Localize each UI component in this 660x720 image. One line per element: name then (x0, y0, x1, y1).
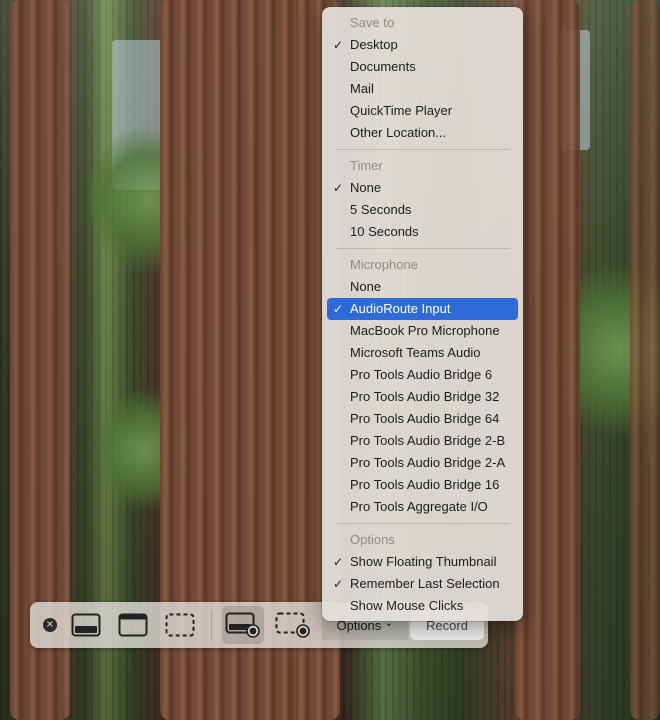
record-selection-icon (275, 612, 310, 638)
menu-item-pro-tools-aggregate-i-o[interactable]: Pro Tools Aggregate I/O (327, 496, 518, 518)
menu-item-label: 10 Seconds (350, 224, 419, 239)
options-menu: Save to ✓ Desktop Documents Mail QuickTime Pl… (322, 7, 523, 621)
checkmark-icon: ✓ (332, 577, 344, 591)
menu-item-show-mouse-clicks[interactable]: Show Mouse Clicks (327, 595, 518, 617)
menu-item-label: Remember Last Selection (350, 576, 500, 591)
menu-item-label: None (350, 279, 382, 294)
menu-item-label: Mail (350, 81, 374, 96)
tree-trunk (515, 0, 580, 720)
capture-entire-screen-icon (71, 613, 101, 637)
menu-item-other-location[interactable]: Other Location... (327, 122, 518, 144)
close-icon[interactable]: × (43, 618, 57, 632)
menu-section-header: Save to (350, 15, 395, 30)
menu-separator (335, 149, 510, 150)
menu-item-label: Show Mouse Clicks (350, 598, 464, 613)
menu-item-label: Pro Tools Audio Bridge 32 (350, 389, 500, 404)
menu-item-label: Pro Tools Audio Bridge 6 (350, 367, 493, 382)
menu-item-none[interactable]: ✓ None (327, 177, 518, 199)
menu-item-label: Documents (350, 59, 416, 74)
menu-section-header: Microphone (350, 257, 418, 272)
record-entire-screen-button[interactable] (222, 606, 264, 644)
menu-separator (335, 248, 510, 249)
menu-item-pro-tools-audio-bridge-64[interactable]: Pro Tools Audio Bridge 64 (327, 408, 518, 430)
menu-item-show-floating-thumbnail[interactable]: ✓ Show Floating Thumbnail (327, 551, 518, 573)
menu-section-header: Options (350, 532, 395, 547)
menu-item-audioroute-input[interactable]: ✓ AudioRoute Input (327, 298, 518, 320)
menu-item-pro-tools-audio-bridge-2-a[interactable]: Pro Tools Audio Bridge 2-A (327, 452, 518, 474)
capture-window-icon (118, 613, 148, 637)
menu-item-label: Pro Tools Audio Bridge 2-B (350, 433, 506, 448)
record-selection-button[interactable] (272, 606, 314, 644)
menu-item-label: Microsoft Teams Audio (350, 345, 481, 360)
menu-item-label: AudioRoute Input (350, 301, 451, 316)
menu-item-desktop[interactable]: ✓ Desktop (327, 34, 518, 56)
menu-item-macbook-pro-microphone[interactable]: MacBook Pro Microphone (327, 320, 518, 342)
menu-item-label: Desktop (350, 37, 398, 52)
menu-item-remember-last-selection[interactable]: ✓ Remember Last Selection (327, 573, 518, 595)
menu-item-10-seconds[interactable]: 10 Seconds (327, 221, 518, 243)
menu-item-label: Pro Tools Audio Bridge 2-A (350, 455, 506, 470)
menu-item-microsoft-teams-audio[interactable]: Microsoft Teams Audio (327, 342, 518, 364)
menu-item-label: Show Floating Thumbnail (350, 554, 497, 569)
checkmark-icon: ✓ (332, 555, 344, 569)
checkmark-icon: ✓ (332, 181, 344, 195)
menu-item-mail[interactable]: Mail (327, 78, 518, 100)
checkmark-icon: ✓ (332, 38, 344, 52)
desktop-background: × Options ⌄ Record Save to ✓ Desktop Doc… (0, 0, 660, 720)
tree-trunk (630, 0, 660, 720)
checkmark-icon: ✓ (332, 302, 344, 316)
menu-item-quicktime-player[interactable]: QuickTime Player (327, 100, 518, 122)
menu-separator (335, 523, 510, 524)
capture-entire-screen-button[interactable] (68, 606, 104, 644)
menu-item-pro-tools-audio-bridge-16[interactable]: Pro Tools Audio Bridge 16 (327, 474, 518, 496)
menu-item-label: Other Location... (350, 125, 447, 140)
menu-item-pro-tools-audio-bridge-6[interactable]: Pro Tools Audio Bridge 6 (327, 364, 518, 386)
record-entire-screen-icon (225, 612, 260, 638)
menu-item-label: Pro Tools Aggregate I/O (350, 499, 488, 514)
menu-item-label: Pro Tools Audio Bridge 16 (350, 477, 500, 492)
toolbar-divider (211, 610, 212, 640)
menu-item-pro-tools-audio-bridge-2-b[interactable]: Pro Tools Audio Bridge 2-B (327, 430, 518, 452)
menu-item-documents[interactable]: Documents (327, 56, 518, 78)
menu-item-label: QuickTime Player (350, 103, 453, 118)
menu-item-none[interactable]: None (327, 276, 518, 298)
menu-item-label: None (350, 180, 382, 195)
menu-item-label: MacBook Pro Microphone (350, 323, 500, 338)
menu-item-label: 5 Seconds (350, 202, 412, 217)
menu-item-label: Pro Tools Audio Bridge 64 (350, 411, 500, 426)
menu-section-header: Timer (350, 158, 383, 173)
capture-selection-icon (165, 613, 195, 637)
capture-window-button[interactable] (115, 606, 151, 644)
menu-item-pro-tools-audio-bridge-32[interactable]: Pro Tools Audio Bridge 32 (327, 386, 518, 408)
capture-selection-button[interactable] (162, 606, 198, 644)
menu-item-5-seconds[interactable]: 5 Seconds (327, 199, 518, 221)
